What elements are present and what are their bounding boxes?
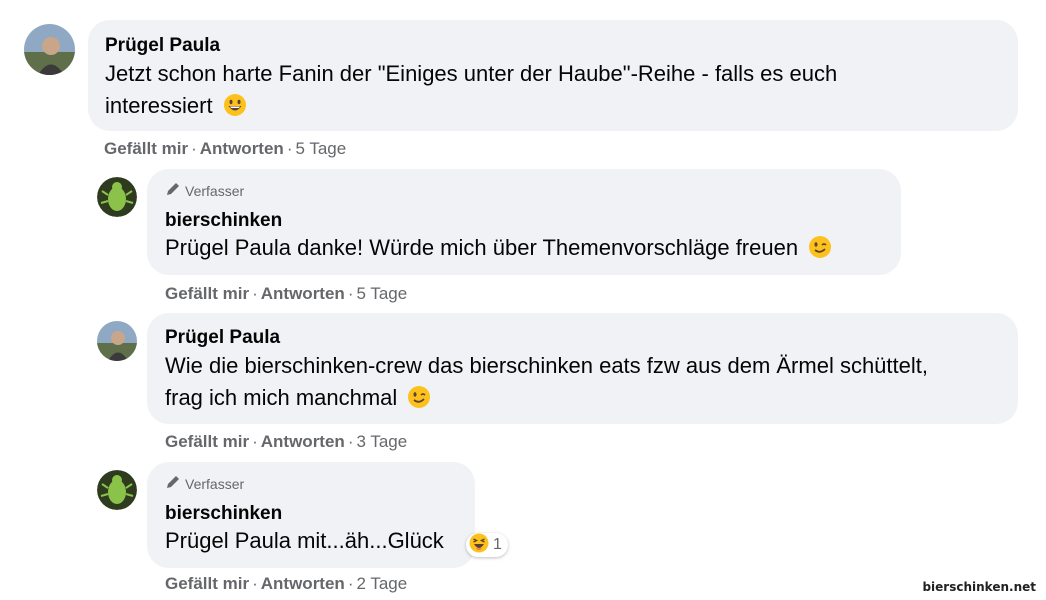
separator: · bbox=[191, 139, 197, 158]
reply-bubble: Prügel Paula Wie die bierschinken-crew d… bbox=[147, 313, 1018, 424]
reply-link[interactable]: Antworten bbox=[261, 574, 345, 593]
avatar-bierschinken[interactable] bbox=[97, 470, 137, 510]
author-badge: Verfasser bbox=[165, 181, 883, 201]
like-link[interactable]: Gefällt mir bbox=[165, 574, 249, 593]
comment-text-line2: frag ich mich manchmal bbox=[165, 385, 398, 410]
separator: · bbox=[252, 432, 258, 451]
like-link[interactable]: Gefällt mir bbox=[165, 284, 249, 303]
comment-text: Jetzt schon harte Fanin der "Einiges unt… bbox=[105, 58, 1001, 126]
watermark: bierschinken.net bbox=[922, 580, 1036, 594]
comment-actions: Gefällt mir · Antworten · 5 Tage bbox=[104, 138, 346, 160]
timestamp[interactable]: 5 Tage bbox=[295, 139, 346, 158]
reply-link[interactable]: Antworten bbox=[261, 432, 345, 451]
comment-author[interactable]: Prügel Paula bbox=[165, 326, 1000, 350]
timestamp[interactable]: 3 Tage bbox=[356, 432, 407, 451]
comment-text: Wie die bierschinken-crew das bierschink… bbox=[165, 350, 1000, 418]
bierschinken-logo-icon bbox=[97, 177, 137, 217]
comment-text: Prügel Paula danke! Würde mich über Them… bbox=[165, 233, 883, 267]
profile-photo-icon bbox=[24, 24, 75, 75]
comment-text-body: mit...äh...Glück bbox=[290, 528, 444, 553]
comment-text-line1: Wie die bierschinken-crew das bierschink… bbox=[165, 353, 928, 378]
avatar-bierschinken[interactable] bbox=[97, 177, 137, 217]
comment-author[interactable]: bierschinken bbox=[165, 209, 883, 233]
separator: · bbox=[347, 574, 354, 593]
separator: · bbox=[252, 284, 258, 303]
comment-author[interactable]: Prügel Paula bbox=[105, 34, 1001, 58]
timestamp[interactable]: 2 Tage bbox=[356, 574, 407, 593]
reply-bubble: Verfasser bierschinken Prügel Paula dank… bbox=[147, 169, 901, 275]
mention-link[interactable]: Prügel Paula bbox=[165, 528, 291, 553]
author-badge-label: Verfasser bbox=[185, 183, 245, 199]
comment-actions: Gefällt mir · Antworten · 5 Tage bbox=[165, 283, 407, 305]
comment-actions: Gefällt mir · Antworten · 2 Tage bbox=[165, 573, 407, 595]
comment-text: Prügel Paula mit...äh...Glück bbox=[165, 526, 457, 556]
separator: · bbox=[252, 574, 258, 593]
pen-icon bbox=[165, 181, 181, 201]
comment-bubble: Prügel Paula Jetzt schon harte Fanin der… bbox=[88, 20, 1018, 131]
comment-actions: Gefällt mir · Antworten · 3 Tage bbox=[165, 431, 407, 453]
comment-text-body: danke! Würde mich über Themenvorschläge … bbox=[290, 235, 799, 260]
timestamp[interactable]: 5 Tage bbox=[356, 284, 407, 303]
author-badge: Verfasser bbox=[165, 474, 457, 494]
laughing-face-icon bbox=[469, 533, 489, 558]
winking-face-icon bbox=[808, 235, 832, 267]
pen-icon bbox=[165, 474, 181, 494]
like-link[interactable]: Gefällt mir bbox=[165, 432, 249, 451]
like-link[interactable]: Gefällt mir bbox=[104, 139, 188, 158]
reaction-count[interactable]: 1 bbox=[466, 533, 508, 557]
reaction-count-value: 1 bbox=[493, 536, 502, 553]
avatar-pruegel-paula[interactable] bbox=[97, 321, 137, 361]
separator: · bbox=[286, 139, 293, 158]
reply-bubble: Verfasser bierschinken Prügel Paula mit.… bbox=[147, 462, 475, 568]
separator: · bbox=[347, 432, 354, 451]
reply-link[interactable]: Antworten bbox=[200, 139, 284, 158]
profile-photo-icon bbox=[97, 321, 137, 361]
grinning-face-icon bbox=[223, 93, 247, 126]
comment-author[interactable]: bierschinken bbox=[165, 502, 457, 526]
author-badge-label: Verfasser bbox=[185, 476, 245, 492]
reply-link[interactable]: Antworten bbox=[261, 284, 345, 303]
avatar-pruegel-paula[interactable] bbox=[24, 24, 75, 75]
comment-text-line1: Jetzt schon harte Fanin der "Einiges unt… bbox=[105, 61, 838, 86]
mention-link[interactable]: Prügel Paula bbox=[165, 235, 291, 260]
separator: · bbox=[347, 284, 354, 303]
bierschinken-logo-icon bbox=[97, 470, 137, 510]
comment-text-line2: interessiert bbox=[105, 93, 213, 118]
winking-face-icon bbox=[407, 385, 431, 418]
